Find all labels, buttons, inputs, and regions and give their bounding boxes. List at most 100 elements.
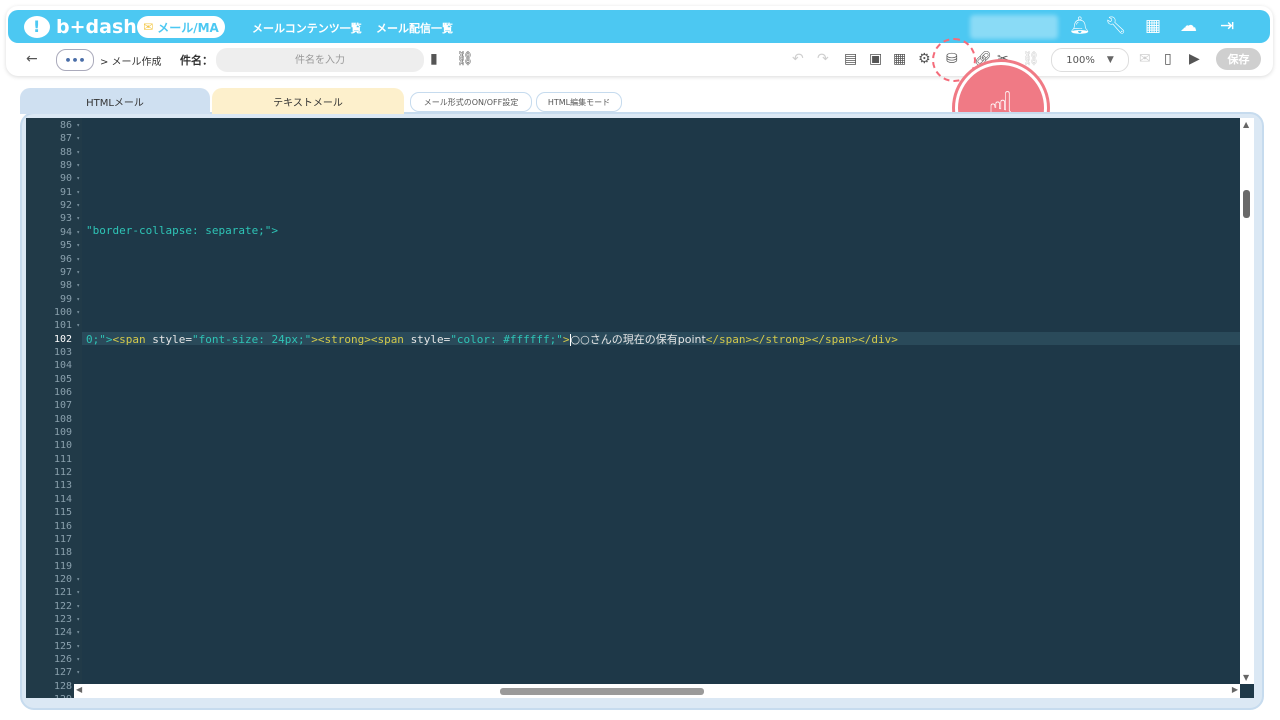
more-button[interactable]: ••• [56,49,94,71]
line-number: 98 [26,280,80,291]
bell-icon[interactable]: 🔔︎ [1069,16,1091,36]
calendar-icon[interactable]: ▦ [893,50,906,68]
zoom-value: 100% [1066,54,1095,66]
preview-doc-icon[interactable]: ▯ [1164,50,1172,68]
link-settings-icon[interactable]: ⛓ [456,50,474,68]
line-number: 87 [26,133,80,144]
line-number: 103 [53,346,72,358]
tab-html-mail[interactable]: HTMLメール [20,88,210,114]
module-switcher[interactable]: ✉ メール/MA [137,16,225,38]
line-number: 96 [26,254,80,265]
line-number: 109 [53,427,72,439]
line-number: 119 [53,560,72,572]
logo-bubble-icon [24,16,50,38]
code-editor[interactable]: 86 87 88 89 90 91 92 93 94 95 96 97 98 99 100 101 102103… [26,118,1254,698]
code-attr-name: style= [152,333,192,346]
line-number: 127 [26,667,80,678]
breadcrumb: > メール作成 [100,57,162,68]
subject-label: 件名： [180,54,213,67]
scroll-up-icon[interactable]: ▲ [1243,120,1249,129]
line-number: 93 [26,213,80,224]
nav-mail-delivery-list[interactable]: メール配信一覧 [376,20,453,36]
link-disabled-icon[interactable]: ⛓ [1022,50,1040,68]
grid-icon[interactable]: ▦ [1145,16,1161,36]
undo-icon[interactable]: ↶ [792,50,804,68]
vertical-scrollbar[interactable]: ▲ ▼ [1240,118,1254,684]
line-number: 117 [53,533,72,545]
scroll-down-icon[interactable]: ▼ [1243,673,1249,682]
line-number: 126 [26,654,80,665]
line-number: 99 [26,294,80,305]
code-text-content: ○○さんの現在の保有point [570,333,706,346]
account-info[interactable] [970,15,1058,39]
line-number: 94 [26,227,80,238]
logout-icon[interactable]: ⇥ [1220,16,1234,36]
line-number: 121 [26,587,80,598]
line-number: 108 [53,413,72,425]
line-number: 113 [53,480,72,492]
chevron-down-icon: ▼ [1106,55,1114,65]
line-number: 124 [26,627,80,638]
logo-text: b+dash [56,16,137,38]
code-attr-value: "font-size: 24px;" [192,333,312,346]
line-number: 107 [53,400,72,412]
line-number: 102 [53,333,72,345]
envelope-icon: ✉ [143,20,154,34]
image-icon[interactable]: ▣ [869,50,882,68]
bdash-logo[interactable]: b+dash [24,15,137,39]
line-number: 101 [26,320,80,331]
support-icon[interactable]: ☁ [1180,16,1197,36]
line-number: 86 [26,120,80,131]
code-attr-value: "border-collapse: separate;"> [86,224,279,237]
horizontal-scroll-thumb[interactable] [500,688,704,695]
play-preview-icon[interactable]: ▶ [1189,50,1200,68]
line-number: 125 [26,641,80,652]
line-number: 92 [26,200,80,211]
line-number: 110 [53,440,72,452]
nav-mail-content-list[interactable]: メールコンテンツ一覧 [252,20,362,36]
zoom-select[interactable]: 100% ▼ [1051,48,1129,72]
line-number: 129 [26,694,80,698]
line-number: 118 [53,547,72,559]
scroll-right-icon[interactable]: ▶ [1232,685,1238,694]
test-mail-icon[interactable]: ✉ [1139,50,1151,68]
scroll-left-icon[interactable]: ◀ [76,685,82,694]
editor-toolbar: ← ••• > メール作成 件名： ▮ ⛓ ↶ ↷ ▤ ▣ ▦ ⚙ ⛁ 🔗︎ ✂… [8,45,1270,75]
line-number: 104 [53,360,72,372]
save-button[interactable]: 保存 [1216,48,1261,70]
line-number: 106 [53,387,72,398]
code-attr-value: 0;"> [86,333,113,346]
back-arrow-icon[interactable]: ← [26,51,38,67]
subject-input[interactable] [216,48,424,72]
horizontal-scrollbar[interactable]: ◀ ▶ [74,684,1240,698]
wrench-icon[interactable]: 🔧︎ [1105,16,1127,36]
settings-gear-icon[interactable]: ⚙ [918,50,931,68]
line-number: 91 [26,187,80,198]
line-number: 97 [26,267,80,278]
line-number: 122 [26,601,80,612]
code-line-102: 0;"><span style="font-size: 24px;"><stro… [86,331,898,347]
line-number: 95 [26,240,80,251]
mail-format-toggle-button[interactable]: メール形式のON/OFF設定 [410,92,532,112]
line-number: 116 [53,520,72,532]
code-attr-value: "color: #ffffff;" [450,333,563,346]
code-tag: </span></strong></span></div> [705,333,898,346]
redo-icon[interactable]: ↷ [817,50,829,68]
line-number: 100 [26,307,80,318]
html-edit-mode-button[interactable]: HTML編集モード [536,92,622,112]
line-number: 114 [53,493,72,505]
tab-text-mail[interactable]: テキストメール [212,88,404,114]
code-line-94: "border-collapse: separate;"> [86,224,278,237]
line-number: 88 [26,147,80,158]
code-attr-name: style= [410,333,451,346]
line-number: 123 [26,614,80,625]
line-number: 112 [53,467,72,479]
module-label: メール/MA [157,20,219,35]
vertical-scroll-thumb[interactable] [1243,190,1250,218]
add-block-icon[interactable]: ▤ [844,50,857,68]
schedule-doc-icon[interactable]: ▮ [430,50,438,68]
line-number: 128 [26,681,80,692]
line-number: 89 [26,160,80,171]
code-tag: <span [112,333,153,346]
code-tag: > [562,333,570,346]
